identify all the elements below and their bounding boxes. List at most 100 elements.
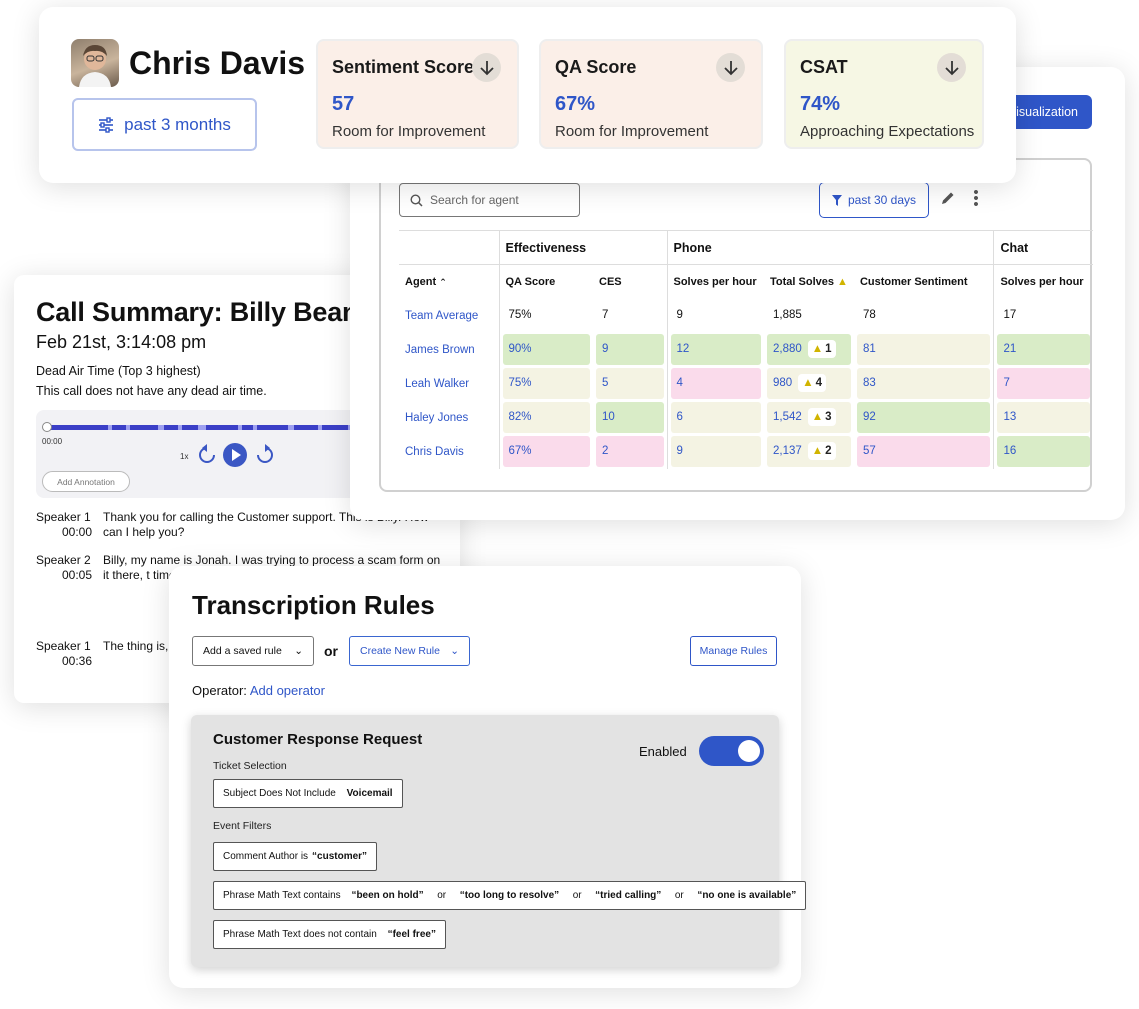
event-filter-chip[interactable]: Phrase Math Text contains “been on hold”… (213, 881, 807, 910)
agent-table: Effectiveness Phone Chat Agent ⌃ QA Scor… (399, 230, 1093, 469)
table-cell: 67% (502, 436, 590, 467)
agent-search-input[interactable]: Search for agent (399, 183, 580, 217)
agent-profile-card: Chris Davis past 3 months Sentiment Scor… (39, 7, 1016, 183)
group-header: Effectiveness (499, 230, 668, 265)
table-row[interactable]: Leah Walker 75% 5 4 980 ▲ 4 83 7 (399, 366, 1093, 401)
column-header[interactable]: Customer Sentiment (853, 264, 995, 299)
ticket-selection-label: Ticket Selection (213, 760, 287, 772)
enabled-label: Enabled (639, 744, 687, 759)
table-cell: 2 (596, 436, 664, 467)
metric-card-csat: CSAT 74% Approaching Expectations (784, 39, 984, 149)
trophy-icon: ▲ (811, 411, 824, 423)
dead-air-label: Dead Air Time (Top 3 highest) (36, 364, 201, 378)
playhead-handle[interactable] (42, 422, 52, 432)
table-row[interactable]: Haley Jones 82% 10 6 1,542 ▲ 3 92 13 (399, 400, 1093, 435)
table-cell: 81 (856, 334, 991, 365)
trophy-icon: ▲ (837, 275, 848, 288)
sliders-icon (99, 116, 114, 133)
table-cell: 1,885 (767, 300, 851, 331)
call-summary-title: Call Summary: Billy Beane (36, 297, 374, 327)
filter-icon (831, 194, 842, 206)
chevron-down-icon: ⌄ (294, 645, 303, 657)
table-cell: 12 (670, 334, 761, 365)
table-cell: 7 (596, 300, 664, 331)
period-label: past 3 months (124, 114, 231, 134)
forward-icon[interactable] (256, 444, 274, 464)
saved-rule-dropdown[interactable]: Add a saved rule ⌄ (192, 636, 314, 666)
enabled-toggle[interactable] (699, 736, 764, 766)
agent-name-cell[interactable]: Team Average (399, 298, 500, 333)
column-header[interactable]: Solves per hour (667, 265, 764, 299)
column-header[interactable]: Solves per hour (994, 265, 1093, 299)
table-cell: 9 (596, 334, 664, 365)
rank-badge: ▲ 4 (798, 374, 826, 392)
table-cell: 82% (502, 402, 590, 433)
rule-title: Customer Response Request (213, 731, 423, 748)
create-rule-dropdown[interactable]: Create New Rule ⌄ (349, 636, 470, 666)
table-cell: 13 (997, 402, 1090, 433)
or-label: or (324, 643, 338, 659)
table-cell: 7 (997, 368, 1090, 399)
event-filters-label: Event Filters (213, 820, 272, 832)
search-placeholder: Search for agent (430, 193, 519, 207)
table-cell: 83 (856, 368, 991, 399)
table-cell: 2,880 ▲ 1 (767, 334, 851, 365)
rules-title: Transcription Rules (192, 590, 435, 620)
table-cell: 57 (856, 436, 991, 467)
add-annotation-button[interactable]: Add Annotation (42, 471, 130, 492)
more-options-icon[interactable]: • • • (973, 185, 979, 212)
add-operator-link[interactable]: Add operator (250, 683, 325, 698)
group-header: Phone (667, 230, 995, 265)
event-filter-chip[interactable]: Phrase Math Text does not contain “feel … (213, 920, 446, 949)
table-row[interactable]: James Brown 90% 9 12 2,880 ▲ 1 81 21 (399, 332, 1093, 367)
group-header: Chat (993, 230, 1093, 265)
rewind-icon[interactable] (198, 444, 216, 464)
trophy-icon: ▲ (811, 445, 824, 457)
agent-name-cell[interactable]: James Brown (399, 332, 500, 367)
agent-name-cell[interactable]: Haley Jones (399, 400, 500, 435)
table-cell: 10 (596, 402, 664, 433)
table-cell: 75% (502, 300, 590, 331)
table-cell: 5 (596, 368, 664, 399)
column-header-agent[interactable]: Agent ⌃ (399, 264, 500, 299)
manage-rules-button[interactable]: Manage Rules (690, 636, 777, 666)
sort-ascending-icon[interactable]: ⌃ (439, 277, 447, 287)
date-filter-button[interactable]: past 30 days (819, 182, 929, 218)
dead-air-text: This call does not have any dead air tim… (36, 384, 267, 398)
down-arrow-icon (937, 53, 966, 82)
rank-badge: ▲ 2 (807, 442, 836, 460)
table-row[interactable]: Chris Davis 67% 2 9 2,137 ▲ 2 57 16 (399, 434, 1093, 469)
metric-card-qa: QA Score 67% Room for Improvement (539, 39, 763, 149)
period-filter-button[interactable]: past 3 months (72, 98, 257, 151)
play-icon[interactable] (222, 442, 248, 468)
table-cell: 9 (670, 300, 761, 331)
trophy-icon: ▲ (802, 377, 814, 389)
call-date: Feb 21st, 3:14:08 pm (36, 332, 207, 352)
agent-name-cell[interactable]: Chris Davis (399, 434, 500, 469)
agent-name-cell[interactable]: Leah Walker (399, 366, 500, 401)
column-header[interactable]: QA Score (499, 265, 593, 299)
trophy-icon: ▲ (811, 343, 824, 355)
table-cell: 4 (670, 368, 761, 399)
ticket-condition-chip[interactable]: Subject Does Not Include Voicemail (213, 779, 403, 808)
table-cell: 17 (997, 300, 1090, 331)
column-header[interactable]: Total Solves ▲ (764, 265, 854, 299)
operator-row: Operator: Add operator (192, 683, 325, 698)
chevron-down-icon: ⌄ (450, 645, 459, 657)
current-time: 00:00 (42, 437, 63, 446)
table-row[interactable]: Team Average 75% 7 9 1,885 78 17 (399, 298, 1093, 333)
edit-icon[interactable] (941, 191, 955, 205)
table-cell: 9 (670, 436, 761, 467)
table-cell: 16 (997, 436, 1090, 467)
event-filter-chip[interactable]: Comment Author is “customer” (213, 842, 378, 871)
rank-badge: ▲ 1 (807, 340, 836, 358)
playback-speed[interactable]: 1x (180, 452, 188, 461)
table-cell: 1,542 ▲ 3 (767, 402, 851, 433)
table-cell: 75% (502, 368, 590, 399)
column-header[interactable]: CES (593, 264, 668, 299)
rule-panel: Customer Response Request Enabled Ticket… (191, 715, 807, 967)
table-cell: 90% (502, 334, 590, 365)
agent-name: Chris Davis (129, 45, 306, 81)
table-cell: 78 (856, 300, 991, 331)
down-arrow-icon (472, 53, 501, 82)
